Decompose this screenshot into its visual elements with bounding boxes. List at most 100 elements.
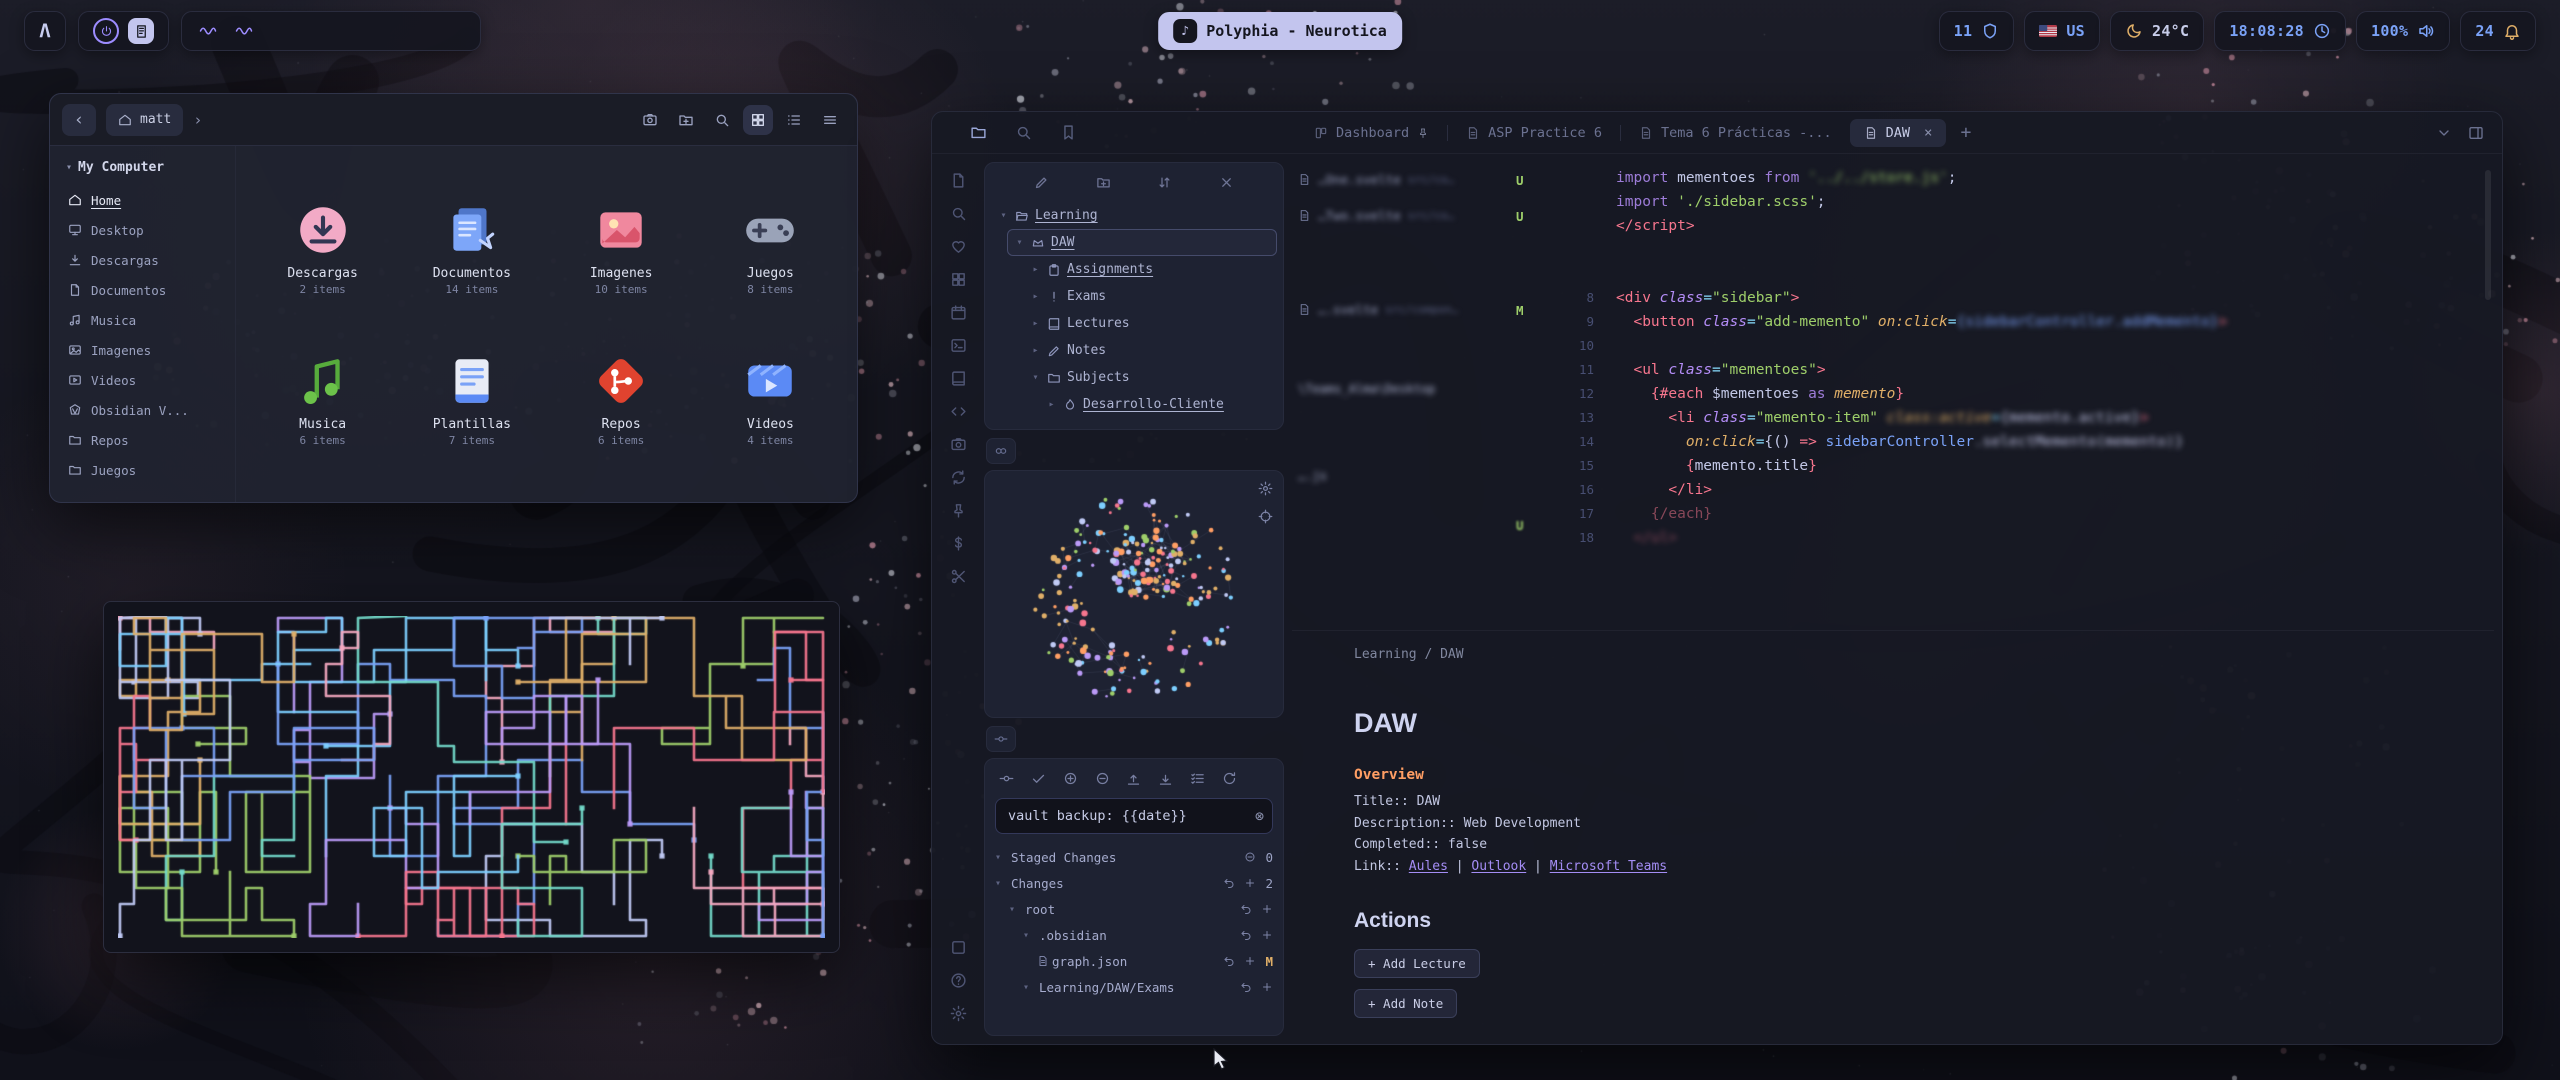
git-tab-icon[interactable]	[986, 726, 1016, 752]
status-clock[interactable]: 18:08:28	[2214, 11, 2346, 51]
git-commit-icon[interactable]	[999, 771, 1014, 786]
sidebar-item-desktop[interactable]: Desktop	[58, 215, 227, 245]
tree-item-exams[interactable]: ▸Exams	[1023, 283, 1277, 310]
search-icon[interactable]	[707, 105, 737, 135]
code-content[interactable]: import mementoes from '../../store.js';i…	[1554, 162, 2494, 550]
list-icon[interactable]	[779, 105, 809, 135]
git-row-changes[interactable]: ▾Changes2	[995, 870, 1273, 896]
folder-plus-icon[interactable]	[671, 105, 701, 135]
sidebar-item-obsidian-v[interactable]: Obsidian V...	[58, 395, 227, 425]
sidebar-item-imagenes[interactable]: Imagenes	[58, 335, 227, 365]
git-undo-icon[interactable]	[1240, 903, 1252, 915]
git-undo-icon[interactable]	[1223, 955, 1235, 967]
tab-dashboard[interactable]: Dashboard	[1300, 119, 1443, 147]
graph-canvas[interactable]	[991, 477, 1277, 711]
ribbon-gear-icon[interactable]	[950, 1005, 967, 1022]
launcher-button[interactable]: Λ	[24, 11, 66, 51]
folder-plus-icon[interactable]	[1096, 175, 1111, 190]
ribbon-calendar-icon[interactable]	[950, 304, 967, 321]
sidebar-item-videos[interactable]: Videos	[58, 365, 227, 395]
close-icon[interactable]	[1219, 175, 1234, 190]
pencil-icon[interactable]	[1034, 175, 1049, 190]
ribbon-file-icon[interactable]	[950, 172, 967, 189]
menu-icon[interactable]	[815, 105, 845, 135]
ribbon-code-icon[interactable]	[950, 403, 967, 420]
new-tab-button[interactable]: +	[1950, 122, 1981, 143]
folder-plantillas[interactable]: Plantillas7 items	[397, 352, 546, 447]
power-icon[interactable]	[93, 18, 119, 44]
git-plus-icon[interactable]	[1261, 929, 1273, 941]
breadcrumb[interactable]: matt	[106, 104, 183, 136]
tree-item-daw[interactable]: ▾DAW	[1007, 229, 1277, 256]
close-icon[interactable]: ×	[1924, 125, 1932, 141]
note-link-outlook[interactable]: Outlook	[1471, 859, 1526, 874]
tree-item-desarrollo-cliente[interactable]: ▸Desarrollo-Cliente	[1039, 391, 1277, 418]
git-row-graph-json[interactable]: graph.jsonM	[995, 948, 1273, 974]
ribbon-book-icon[interactable]	[950, 370, 967, 387]
scrollbar-thumb[interactable]	[2485, 170, 2491, 300]
local-graph-tab-icon[interactable]	[986, 438, 1016, 464]
tree-item-lectures[interactable]: ▸Lectures	[1023, 310, 1277, 337]
sidebar-item-descargas[interactable]: Descargas	[58, 245, 227, 275]
git-plus-icon[interactable]	[1261, 981, 1273, 993]
git-refresh-icon[interactable]	[1222, 771, 1237, 786]
note-link-microsoft-teams[interactable]: Microsoft Teams	[1550, 859, 1667, 874]
folder-musica[interactable]: Musica6 items	[248, 352, 397, 447]
ribbon-search-icon[interactable]	[950, 205, 967, 222]
folder-juegos[interactable]: Juegos8 items	[696, 201, 845, 296]
sidebar-item-juegos[interactable]: Juegos	[58, 455, 227, 485]
note-breadcrumb[interactable]: Learning / DAW	[1354, 647, 2494, 662]
git-row-obsidian[interactable]: ▾.obsidian	[995, 922, 1273, 948]
grid-icon[interactable]	[743, 105, 773, 135]
tab-asp-practice-6[interactable]: ASP Practice 6	[1452, 119, 1616, 147]
action-button-add-lecture[interactable]: + Add Lecture	[1354, 949, 1480, 978]
status-keyboard[interactable]: US	[2024, 11, 2100, 51]
chevron-down-icon[interactable]	[2436, 125, 2452, 141]
git-checklist-icon[interactable]	[1190, 771, 1205, 786]
tree-item-learning[interactable]: ▾Learning	[991, 202, 1277, 229]
open-file-item[interactable]: …Two.sveltesrc/co…	[1298, 208, 1550, 223]
git-row-root[interactable]: ▾root	[995, 896, 1273, 922]
bookmark-panel-tab-icon[interactable]	[1060, 124, 1077, 141]
ribbon-terminal-icon[interactable]	[950, 337, 967, 354]
media-module[interactable]: ♪ Polyphia - Neurotica	[1158, 12, 1402, 50]
open-file-item[interactable]: …One.sveltesrc/co…	[1298, 172, 1550, 187]
folder-videos[interactable]: Videos4 items	[696, 352, 845, 447]
folder-imagenes[interactable]: Imagenes10 items	[547, 201, 696, 296]
forward-button[interactable]: ›	[193, 111, 202, 129]
git-undo-icon[interactable]	[1223, 877, 1235, 889]
git-plus-circle-icon[interactable]	[1063, 771, 1078, 786]
sidebar-item-documentos[interactable]: Documentos	[58, 275, 227, 305]
tree-item-assignments[interactable]: ▸Assignments	[1023, 256, 1277, 283]
folder-panel-tab-icon[interactable]	[970, 124, 987, 141]
gear-icon[interactable]	[1258, 481, 1273, 496]
git-plus-icon[interactable]	[1244, 955, 1256, 967]
folder-documentos[interactable]: Documentos14 items	[397, 201, 546, 296]
search-panel-tab-icon[interactable]	[1015, 124, 1032, 141]
workspaces-module[interactable]	[181, 11, 481, 51]
ribbon-scissors-icon[interactable]	[950, 568, 967, 585]
notes-icon[interactable]	[128, 18, 154, 44]
ribbon-grid-icon[interactable]	[950, 271, 967, 288]
git-row-staged-changes[interactable]: ▾Staged Changes0	[995, 844, 1273, 870]
sidebar-item-home[interactable]: Home	[58, 185, 227, 215]
ribbon-sync-icon[interactable]	[950, 469, 967, 486]
ribbon-screenshot-icon[interactable]	[950, 436, 967, 453]
note-link-aules[interactable]: Aules	[1409, 859, 1448, 874]
git-plus-icon[interactable]	[1244, 877, 1256, 889]
sidebar-section-header[interactable]: ▾ My Computer	[58, 156, 227, 185]
git-undo-icon[interactable]	[1240, 929, 1252, 941]
tab-tema-6-pr-cticas[interactable]: Tema 6 Prácticas -...	[1625, 119, 1846, 147]
status-volume[interactable]: 100%	[2356, 11, 2450, 51]
back-button[interactable]: ‹	[62, 104, 96, 136]
action-button-add-note[interactable]: + Add Note	[1354, 989, 1457, 1018]
ribbon-dollar-icon[interactable]	[950, 535, 967, 552]
sidebar-item-repos[interactable]: Repos	[58, 425, 227, 455]
status-updates[interactable]: 11	[1939, 11, 2015, 51]
git-plus-icon[interactable]	[1261, 903, 1273, 915]
ribbon-pin-icon[interactable]	[950, 502, 967, 519]
tree-item-notes[interactable]: ▸Notes	[1023, 337, 1277, 364]
folder-repos[interactable]: Repos6 items	[547, 352, 696, 447]
commit-message-input[interactable]	[995, 798, 1273, 834]
git-check-icon[interactable]	[1031, 771, 1046, 786]
